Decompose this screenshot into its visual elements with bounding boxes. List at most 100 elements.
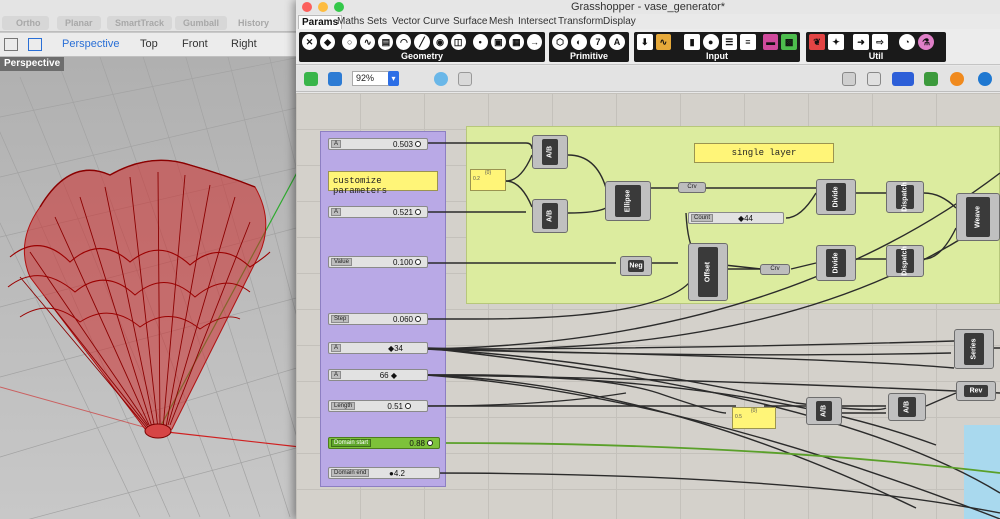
swatch-icon[interactable]: ▩ xyxy=(781,34,797,50)
open-file-icon[interactable] xyxy=(304,72,318,86)
tab-right[interactable]: Right xyxy=(231,38,257,50)
viewport-label[interactable]: Perspective xyxy=(0,57,65,71)
component-negative[interactable]: Neg xyxy=(620,256,652,276)
single-viewport-icon[interactable] xyxy=(28,38,42,51)
gradient-icon[interactable]: ▬ xyxy=(762,34,779,50)
component-ellipse[interactable]: Ellipse xyxy=(605,181,651,221)
cherry-icon[interactable]: ❦ xyxy=(809,34,825,50)
arc-icon[interactable]: ◠ xyxy=(396,34,412,50)
circle-icon[interactable]: ○ xyxy=(342,34,358,50)
tab-display[interactable]: Display xyxy=(600,15,639,29)
slider-knob[interactable] xyxy=(405,403,411,409)
brep-icon[interactable]: ▤ xyxy=(378,34,394,50)
component-division-3[interactable]: A/B xyxy=(806,397,842,425)
slider-value[interactable]: Value 0.100 xyxy=(328,256,428,268)
slider-step[interactable]: Step 0.060 xyxy=(328,313,428,325)
slider-knob[interactable] xyxy=(415,141,421,147)
slider-knob[interactable] xyxy=(427,440,433,446)
tab-top[interactable]: Top xyxy=(140,38,158,50)
tab-sets[interactable]: Sets xyxy=(364,15,390,29)
curve-icon[interactable]: ∿ xyxy=(360,34,376,50)
component-dispatch-2[interactable]: Dispatch xyxy=(886,245,924,277)
gumball-button[interactable]: Gumball xyxy=(175,16,228,30)
tab-perspective[interactable]: Perspective xyxy=(62,38,119,50)
selected-preview-icon[interactable] xyxy=(924,72,938,86)
relay-icon[interactable]: ➜ xyxy=(853,34,869,50)
component-series[interactable]: Series xyxy=(954,329,994,369)
four-viewports-icon[interactable] xyxy=(4,38,18,51)
history-button[interactable]: History xyxy=(238,16,269,30)
grasshopper-canvas[interactable]: A 0.503 customize parameters A 0.521 Val… xyxy=(296,93,1000,519)
slider-knob[interactable] xyxy=(415,259,421,265)
surface-icon[interactable]: ▦ xyxy=(508,34,524,50)
text-icon[interactable]: A xyxy=(609,34,625,50)
preview-off-icon[interactable] xyxy=(842,72,856,86)
param-curve-2[interactable]: Crv xyxy=(760,264,790,275)
slider-knob[interactable] xyxy=(415,316,421,322)
tab-vector[interactable]: Vector xyxy=(389,15,423,29)
geometry-icon[interactable]: ✕ xyxy=(302,34,318,50)
box-icon[interactable]: ◆ xyxy=(320,34,336,50)
list-icon[interactable]: ≡ xyxy=(740,34,756,50)
component-division-4[interactable]: A/B xyxy=(888,393,926,421)
point-icon[interactable]: • xyxy=(472,34,488,50)
planar-button[interactable]: Planar xyxy=(57,16,101,30)
slider-count[interactable]: Count ◆44 xyxy=(688,212,784,224)
component-reverse[interactable]: Rev xyxy=(956,381,996,401)
ortho-button[interactable]: Ortho xyxy=(8,16,49,30)
import-icon[interactable]: ⬇ xyxy=(637,34,653,50)
tab-curve[interactable]: Curve xyxy=(420,15,453,29)
component-division-1[interactable]: A/B xyxy=(532,135,568,169)
button-icon[interactable]: ● xyxy=(702,34,719,50)
component-weave[interactable]: Weave xyxy=(956,193,1000,241)
tab-maths[interactable]: Maths xyxy=(334,15,367,29)
zoom-dropdown-icon[interactable]: ▾ xyxy=(388,71,399,86)
slider-domain-end[interactable]: Domain end ●4.2 xyxy=(328,467,440,479)
slider-radius-a[interactable]: A 0.503 xyxy=(328,138,428,150)
slider-icon[interactable]: ☰ xyxy=(721,34,738,50)
galapagos-icon[interactable]: ⚗ xyxy=(918,34,934,50)
data-dam-icon[interactable]: ⇨ xyxy=(872,34,888,50)
tab-surface[interactable]: Surface xyxy=(450,15,490,29)
preview-eye-icon[interactable] xyxy=(434,72,448,86)
material-preview-icon[interactable] xyxy=(950,72,964,86)
mesh-settings-icon[interactable] xyxy=(978,72,992,86)
slider-count-b[interactable]: A 66 ◆ xyxy=(328,369,428,381)
component-division-2[interactable]: A/B xyxy=(532,199,568,233)
panel-small-b[interactable]: {0} 0.5 xyxy=(732,407,776,429)
sketch-pen-icon[interactable] xyxy=(458,72,472,86)
fitness-icon[interactable]: ◔ xyxy=(899,34,915,50)
slider-radius-b[interactable]: A 0.521 xyxy=(328,206,428,218)
vector-icon[interactable]: → xyxy=(526,34,543,50)
panel-customize-parameters[interactable]: customize parameters xyxy=(328,171,438,196)
field-icon[interactable]: ◉ xyxy=(432,34,448,50)
perspective-viewport[interactable]: Perspective xyxy=(0,16,300,519)
tab-transform[interactable]: Transform xyxy=(555,15,606,29)
color-icon[interactable]: ◐ xyxy=(571,34,587,50)
tab-front[interactable]: Front xyxy=(182,38,208,50)
line-icon[interactable]: ╱ xyxy=(414,34,430,50)
toggle-icon[interactable]: ▮ xyxy=(684,34,700,50)
smarttrack-button[interactable]: SmartTrack xyxy=(107,16,173,30)
wireframe-preview-icon[interactable] xyxy=(867,72,881,86)
plane-icon[interactable]: ▣ xyxy=(490,34,506,50)
mesh-icon[interactable]: ◫ xyxy=(450,34,466,50)
save-file-icon[interactable] xyxy=(328,72,342,86)
component-dispatch-1[interactable]: Dispatch xyxy=(886,181,924,213)
graph-mapper-icon[interactable]: ∿ xyxy=(655,34,672,50)
slider-length[interactable]: Length 0.51 xyxy=(328,400,428,412)
param-curve-1[interactable]: Crv xyxy=(678,182,706,193)
component-divide-2[interactable]: Divide xyxy=(816,245,856,281)
shaded-preview-icon[interactable] xyxy=(892,72,914,86)
component-divide-1[interactable]: Divide xyxy=(816,179,856,215)
cluster-icon[interactable]: ✦ xyxy=(828,34,844,50)
tab-intersect[interactable]: Intersect xyxy=(515,15,559,29)
panel-small-a[interactable]: {0} 0.2 xyxy=(470,169,506,191)
boolean-icon[interactable]: ⬡ xyxy=(552,34,568,50)
slider-domain-start[interactable]: Domain start 0.88 xyxy=(328,437,440,449)
panel-single-layer[interactable]: single layer xyxy=(694,143,834,163)
component-offset[interactable]: Offset xyxy=(688,243,728,301)
tab-mesh[interactable]: Mesh xyxy=(486,15,516,29)
slider-knob[interactable] xyxy=(415,209,421,215)
slider-count-a[interactable]: A ◆34 xyxy=(328,342,428,354)
